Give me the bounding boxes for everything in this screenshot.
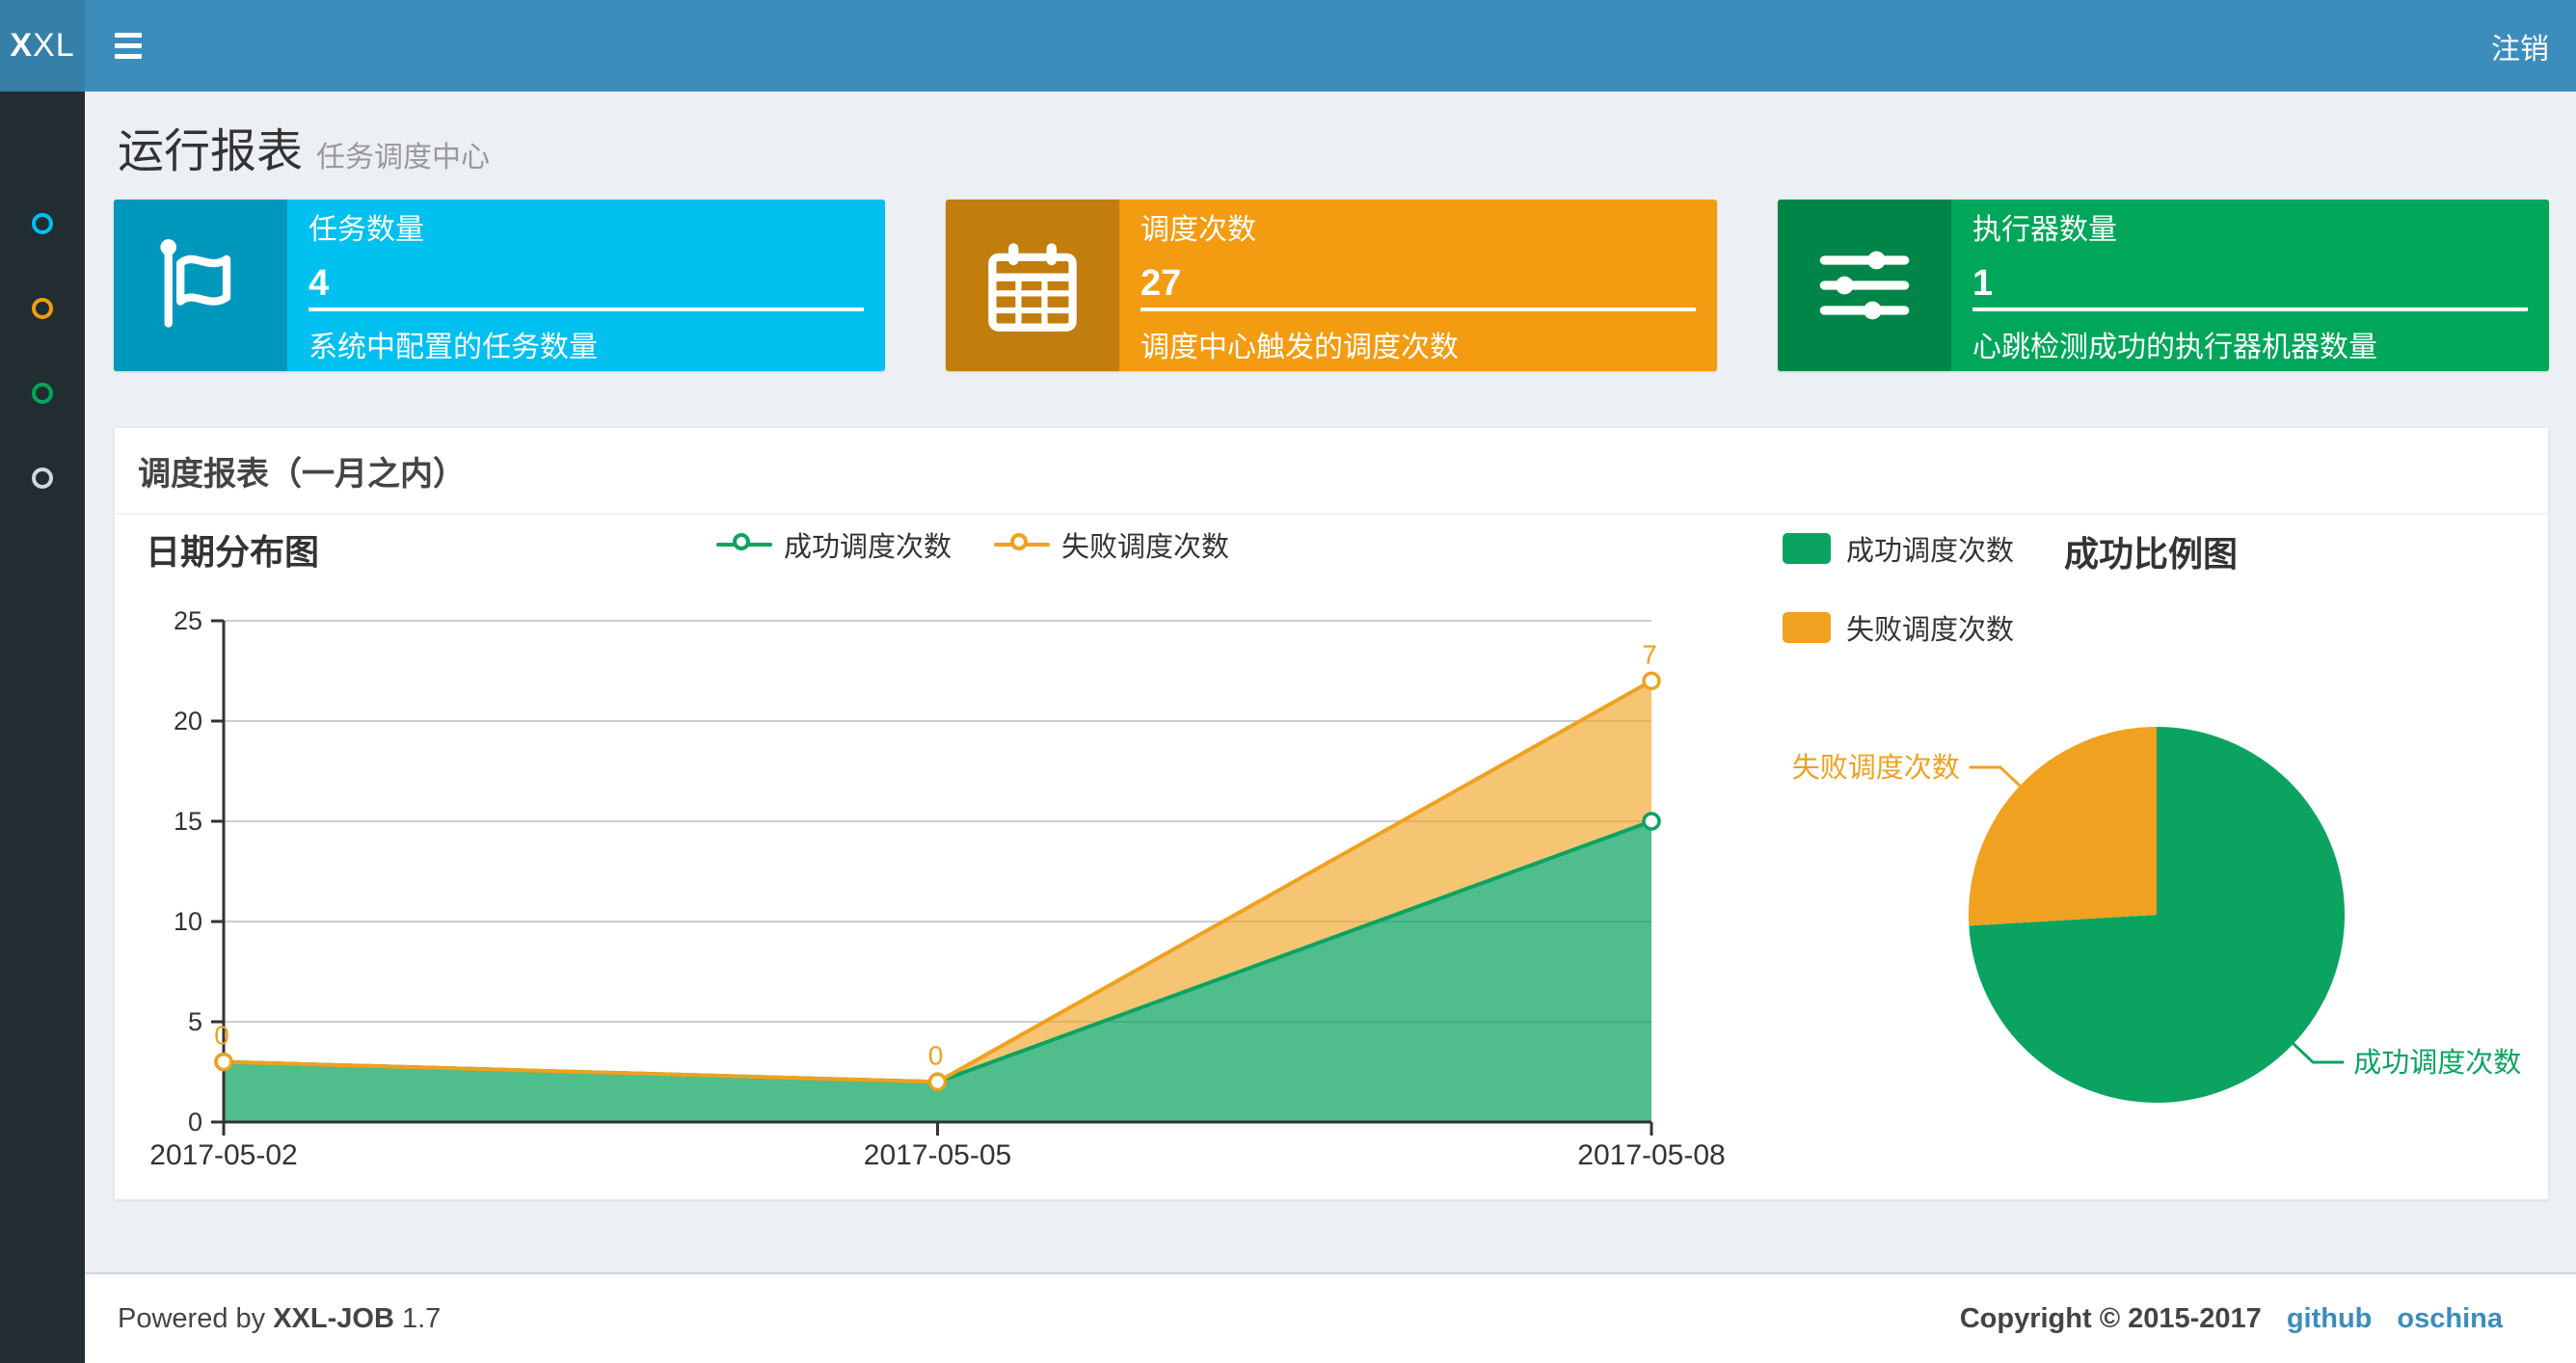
svg-text:2017-05-08: 2017-05-08	[1577, 1139, 1725, 1171]
divider	[1972, 307, 2528, 311]
svg-text:20: 20	[174, 707, 202, 735]
footer: Powered by XXL-JOB 1.7 Copyright © 2015-…	[85, 1272, 2576, 1363]
svg-text:成功调度次数: 成功调度次数	[2353, 1047, 2521, 1079]
svg-text:2017-05-05: 2017-05-05	[864, 1139, 1011, 1171]
logo-text: XL	[33, 27, 75, 64]
stat-description: 调度中心触发的调度次数	[1140, 332, 1459, 363]
stat-description: 系统中配置的任务数量	[309, 332, 598, 363]
divider	[309, 307, 864, 311]
stat-label: 执行器数量	[1972, 214, 2117, 246]
main-content: 运行报表 任务调度中心 任务数量 4 系统中配置的任务数量 调度次数 27 调度…	[85, 92, 2576, 1272]
product-name: XXL-JOB	[273, 1303, 394, 1334]
stat-label: 调度次数	[1140, 214, 1256, 246]
svg-text:5: 5	[188, 1007, 202, 1036]
sidebar-item-4[interactable]	[0, 444, 85, 512]
sidebar	[0, 92, 85, 1363]
logout-button[interactable]: 注销	[2464, 0, 2576, 92]
stat-card-executors: 执行器数量 1 心跳检测成功的执行器机器数量	[1778, 200, 2549, 371]
copyright-text: Copyright © 2015-2017	[1959, 1303, 2262, 1334]
copyright: Copyright © 2015-2017 github oschina	[1960, 1303, 2503, 1335]
calendar-icon	[946, 200, 1119, 371]
sidebar-toggle-icon[interactable]	[85, 0, 172, 92]
svg-text:15: 15	[174, 807, 202, 836]
circle-o-icon	[32, 383, 53, 404]
sliders-icon	[1778, 200, 1951, 371]
github-link[interactable]: github	[2287, 1303, 2373, 1335]
svg-text:0: 0	[188, 1108, 202, 1136]
svg-text:25: 25	[174, 606, 202, 635]
oschina-link[interactable]: oschina	[2397, 1303, 2503, 1335]
stat-value: 27	[1140, 263, 1182, 304]
circle-o-icon	[32, 298, 53, 319]
stat-value: 4	[309, 263, 330, 304]
svg-text:失败调度次数: 失败调度次数	[1792, 752, 1960, 784]
flag-icon	[114, 200, 287, 371]
svg-text:0: 0	[928, 1040, 944, 1070]
stat-label: 任务数量	[309, 214, 424, 246]
page-header: 运行报表 任务调度中心	[118, 113, 490, 180]
svg-text:0: 0	[214, 1021, 229, 1051]
app-logo[interactable]: X XL	[0, 0, 85, 92]
svg-text:2017-05-02: 2017-05-02	[149, 1139, 297, 1171]
svg-text:7: 7	[1642, 639, 1657, 669]
svg-text:10: 10	[174, 907, 202, 936]
page-subtitle: 任务调度中心	[316, 142, 491, 174]
page-title: 运行报表	[118, 126, 304, 177]
product-version: 1.7	[401, 1303, 442, 1334]
sidebar-item-2[interactable]	[0, 275, 85, 342]
sidebar-item-3[interactable]	[0, 360, 85, 427]
logo-text-bold: X	[10, 27, 34, 64]
stat-value: 1	[1972, 263, 1994, 304]
sidebar-item-1[interactable]	[0, 190, 85, 257]
circle-o-icon	[32, 468, 53, 489]
report-panel: 调度报表（一月之内） 日期分布图 成功调度次数 失败调度次数 成功调度次数 失败调度…	[114, 427, 2549, 1200]
stat-description: 心跳检测成功的执行器机器数量	[1972, 332, 2377, 363]
circle-o-icon	[32, 213, 53, 234]
stat-card-triggers: 调度次数 27 调度中心触发的调度次数	[946, 200, 1717, 371]
charts-canvas: 05101520252017-05-02 2017-05-05 2017-05-08…	[149, 606, 2521, 1171]
stat-card-jobs: 任务数量 4 系统中配置的任务数量	[114, 200, 885, 371]
divider	[1140, 307, 1696, 311]
top-navbar: X XL 注销	[0, 0, 2576, 92]
powered-by: Powered by XXL-JOB 1.7	[118, 1303, 442, 1334]
